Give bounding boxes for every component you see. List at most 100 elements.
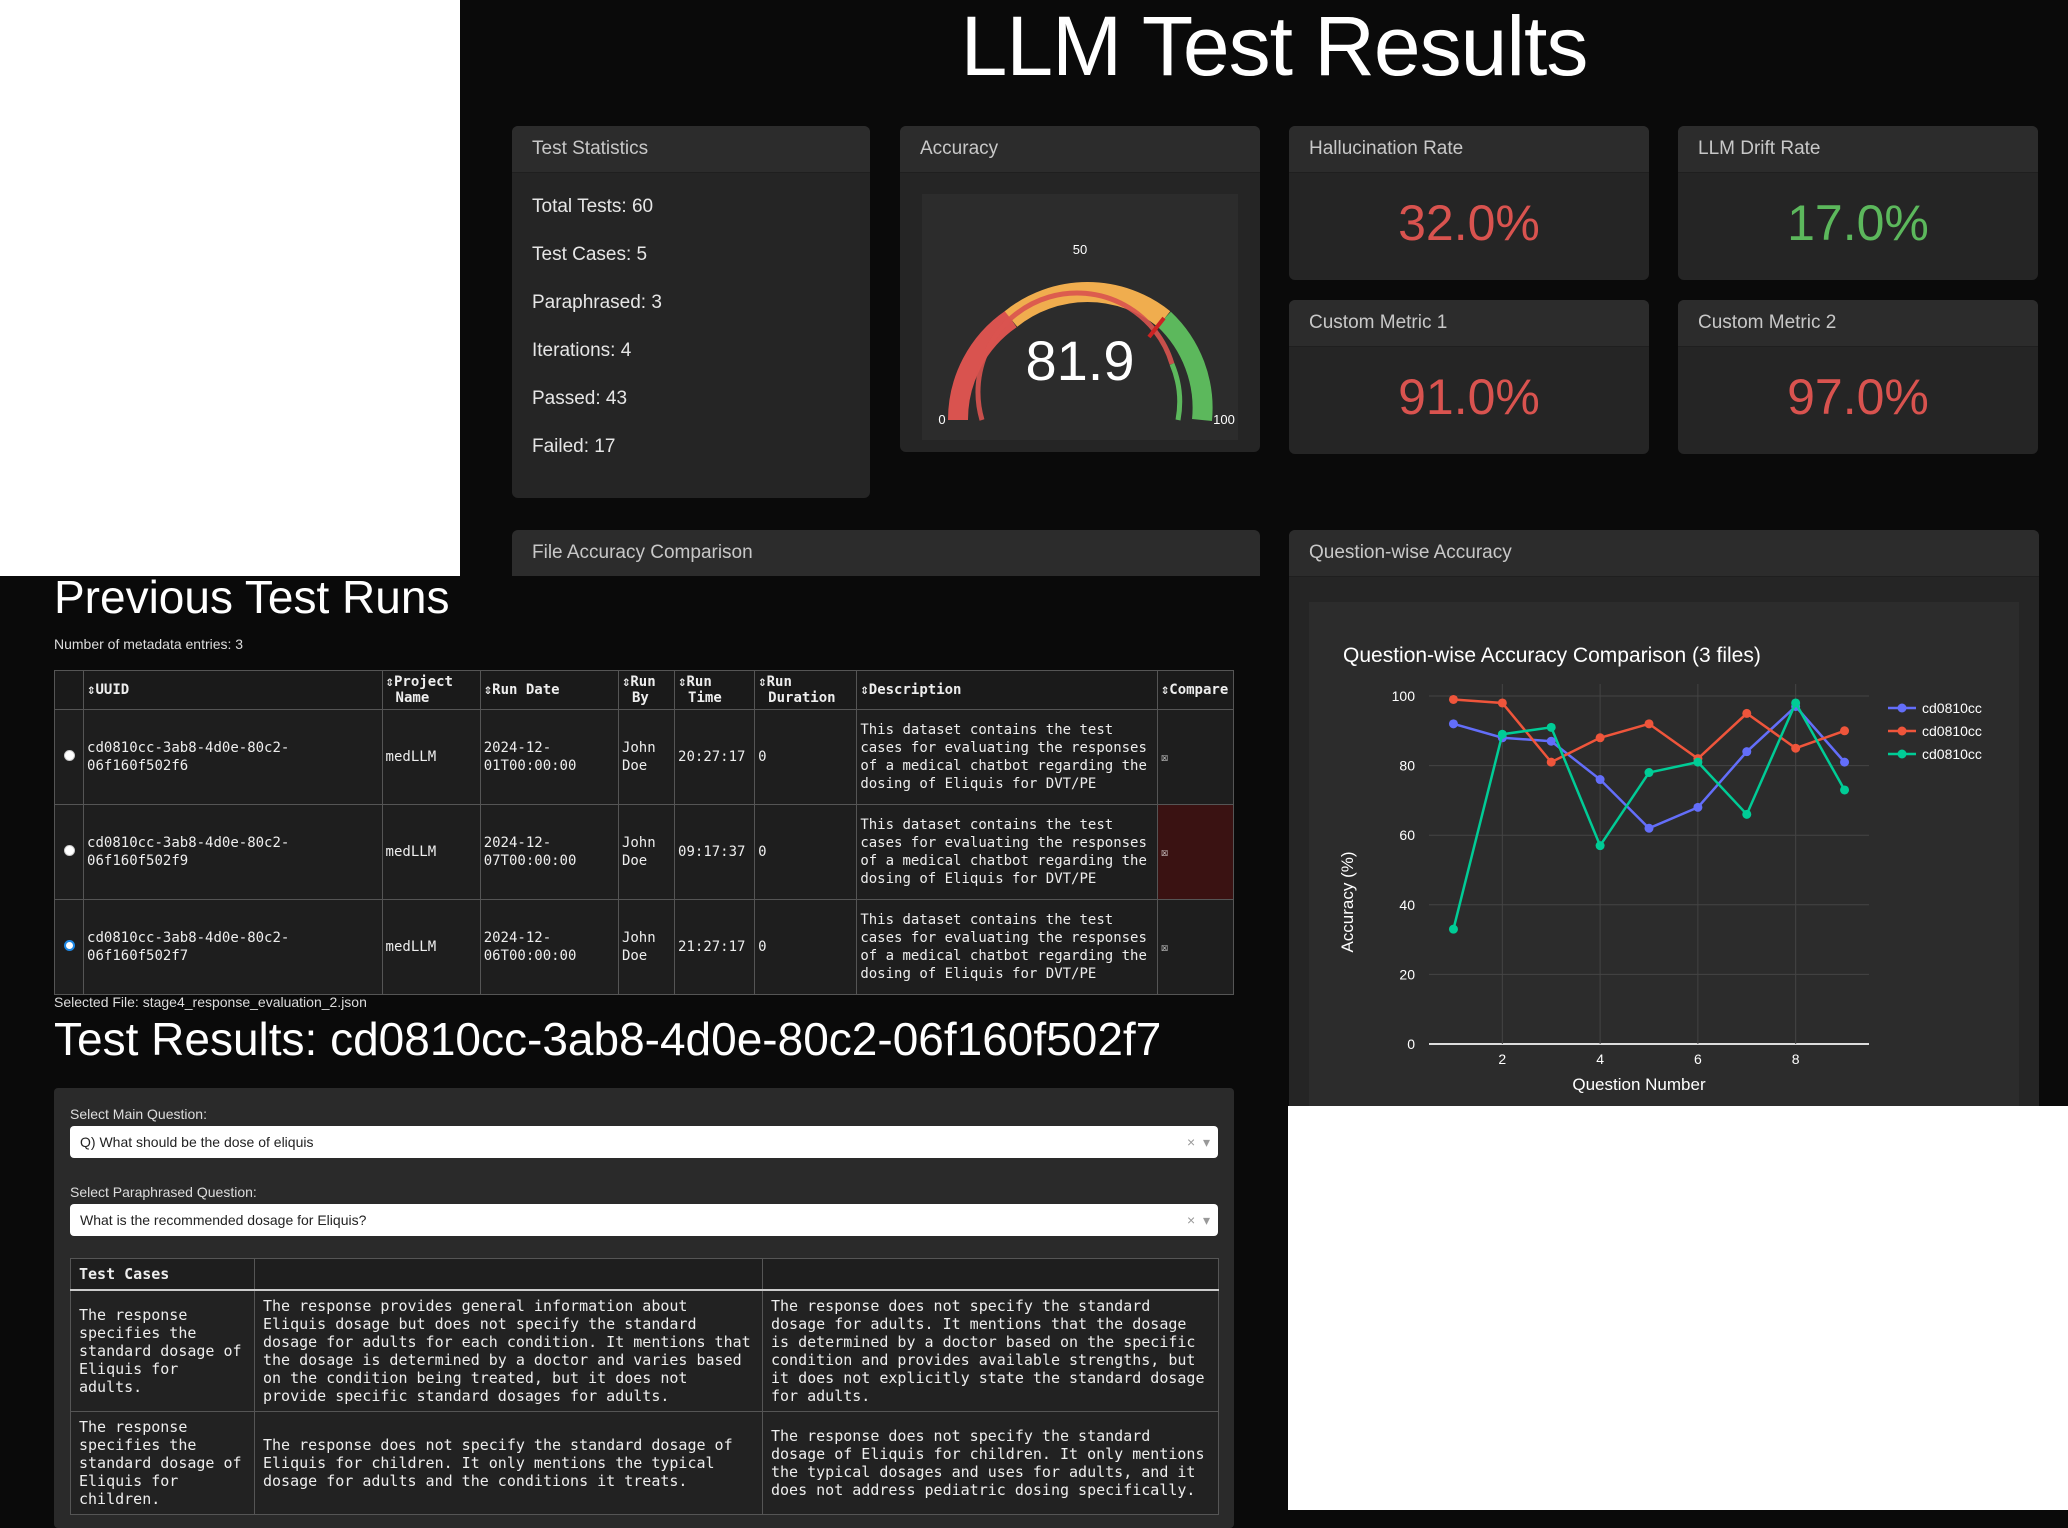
page-title: LLM Test Results bbox=[960, 0, 1589, 93]
card-title: File Accuracy Comparison bbox=[512, 530, 1260, 576]
project-name-column-header[interactable]: ⇕Project Name bbox=[381, 670, 481, 710]
gauge-tick-mid: 50 bbox=[1073, 242, 1087, 257]
run-by-cell: John Doe bbox=[617, 709, 676, 805]
clear-icon[interactable]: × bbox=[1187, 1212, 1195, 1228]
selected-file-label: Selected File: stage4_response_evaluatio… bbox=[54, 994, 367, 1010]
table-row[interactable]: cd0810cc-3ab8-4d0e-80c2- 06f160f502f9 med… bbox=[53, 804, 1235, 900]
uuid-cell: cd0810cc-3ab8-4d0e-80c2- 06f160f502f6 bbox=[83, 709, 383, 805]
x-tick-label: 4 bbox=[1596, 1051, 1604, 1067]
run-duration-cell: 0 bbox=[754, 899, 858, 995]
custom-metric-1-card: Custom Metric 1 91.0% bbox=[1289, 300, 1649, 454]
uuid-cell: cd0810cc-3ab8-4d0e-80c2- 06f160f502f9 bbox=[83, 804, 383, 900]
select-column-header bbox=[53, 670, 85, 710]
gauge-panel: 81.9 50 0 100 bbox=[922, 194, 1238, 440]
clear-icon[interactable]: × bbox=[1187, 1134, 1195, 1150]
table-row[interactable]: cd0810cc-3ab8-4d0e-80c2- 06f160f502f6 med… bbox=[53, 709, 1235, 805]
data-point bbox=[1791, 743, 1801, 753]
custom-metric-1-value: 91.0% bbox=[1398, 369, 1540, 425]
blank-area-bottom-right bbox=[1288, 1106, 2068, 1510]
project-cell: medLLM bbox=[381, 899, 481, 995]
main-question-select[interactable]: Q) What should be the dose of eliquis × … bbox=[70, 1126, 1218, 1158]
row-select-radio[interactable] bbox=[53, 804, 85, 900]
custom-metric-2-card: Custom Metric 2 97.0% bbox=[1678, 300, 2038, 454]
stat-iterations: Iterations: 4 bbox=[532, 340, 632, 361]
chart-y-axis-label: Accuracy (%) bbox=[1338, 851, 1357, 952]
chart-title: Question-wise Accuracy Comparison (3 fil… bbox=[1343, 644, 1761, 667]
chevron-down-icon[interactable]: ▾ bbox=[1203, 1212, 1210, 1228]
run-by-column-header[interactable]: ⇕Run By bbox=[617, 670, 676, 710]
data-point bbox=[1840, 726, 1850, 736]
llm-drift-rate-value: 17.0% bbox=[1787, 195, 1929, 251]
data-point bbox=[1546, 757, 1556, 767]
uuid-column-header[interactable]: ⇕UUID bbox=[83, 670, 383, 710]
test-case-cell: The response specifies the standard dosa… bbox=[70, 1411, 255, 1515]
row-select-radio[interactable] bbox=[53, 709, 85, 805]
description-cell: This dataset contains the test cases for… bbox=[856, 899, 1158, 995]
data-point bbox=[1448, 924, 1458, 934]
compare-column-header[interactable]: ⇕Compare bbox=[1156, 670, 1235, 710]
legend-item-label: cd0810cc bbox=[1922, 723, 1982, 739]
run-time-column-header[interactable]: ⇕Run Time bbox=[674, 670, 756, 710]
evaluation-cell: The response provides general informatio… bbox=[254, 1289, 763, 1412]
compare-checkbox[interactable]: ☒ bbox=[1156, 709, 1235, 805]
uuid-cell: cd0810cc-3ab8-4d0e-80c2- 06f160f502f7 bbox=[83, 899, 383, 995]
run-by-cell: John Doe bbox=[617, 804, 676, 900]
run-date-cell: 2024-12- 01T00:00:00 bbox=[479, 709, 619, 805]
paraphrased-question-select[interactable]: What is the recommended dosage for Eliqu… bbox=[70, 1204, 1218, 1236]
table-row[interactable]: cd0810cc-3ab8-4d0e-80c2- 06f160f502f7 med… bbox=[53, 899, 1235, 995]
card-title: Test Statistics bbox=[512, 126, 870, 173]
data-point bbox=[1742, 809, 1752, 819]
y-tick-label: 20 bbox=[1399, 966, 1415, 982]
description-column-header[interactable]: ⇕Description bbox=[856, 670, 1158, 710]
run-date-cell: 2024-12- 06T00:00:00 bbox=[479, 899, 619, 995]
data-point bbox=[1742, 747, 1752, 757]
run-date-column-header[interactable]: ⇕Run Date bbox=[479, 670, 619, 710]
data-point bbox=[1791, 698, 1801, 708]
data-point bbox=[1840, 757, 1850, 767]
gauge-value: 81.9 bbox=[1026, 329, 1135, 392]
test-statistics-card: Test Statistics Total Tests: 60 Test Cas… bbox=[512, 126, 870, 498]
description-cell: This dataset contains the test cases for… bbox=[856, 804, 1158, 900]
compare-checkbox[interactable]: ☒ bbox=[1156, 899, 1235, 995]
card-title: Hallucination Rate bbox=[1289, 126, 1649, 173]
gauge-tick-min: 0 bbox=[938, 412, 945, 427]
hallucination-rate-value: 32.0% bbox=[1398, 195, 1540, 251]
result-column-header bbox=[254, 1258, 763, 1291]
card-title: Custom Metric 2 bbox=[1678, 300, 2038, 347]
stat-paraphrased: Paraphrased: 3 bbox=[532, 292, 662, 313]
compare-checkbox[interactable]: ☒ bbox=[1156, 804, 1235, 900]
data-point bbox=[1448, 719, 1458, 729]
previous-runs-table: ⇕UUID ⇕Project Name ⇕Run Date ⇕Run By ⇕Run… bbox=[53, 670, 1235, 995]
series-line-3 bbox=[1452, 700, 1846, 930]
result-column-header bbox=[762, 1258, 1219, 1291]
hallucination-rate-card: Hallucination Rate 32.0% bbox=[1289, 126, 1649, 280]
series-line-2 bbox=[1453, 698, 1845, 764]
file-accuracy-card: File Accuracy Comparison bbox=[512, 530, 1260, 576]
y-tick-label: 0 bbox=[1407, 1036, 1415, 1052]
paraphrased-question-label: Select Paraphrased Question: bbox=[70, 1184, 257, 1200]
test-cases-table: Test Cases The response specifies the st… bbox=[70, 1258, 1219, 1515]
run-time-cell: 20:27:17 bbox=[674, 709, 756, 805]
question-accuracy-chart: Question-wise Accuracy Comparison (3 fil… bbox=[1338, 644, 1982, 1094]
card-title: Question-wise Accuracy bbox=[1289, 530, 2039, 577]
data-point bbox=[1546, 722, 1556, 732]
main-question-value: Q) What should be the dose of eliquis bbox=[80, 1134, 314, 1150]
data-point bbox=[1497, 698, 1507, 708]
run-by-cell: John Doe bbox=[617, 899, 676, 995]
stat-test-cases: Test Cases: 5 bbox=[532, 244, 648, 265]
chevron-down-icon[interactable]: ▾ bbox=[1203, 1134, 1210, 1150]
run-duration-column-header[interactable]: ⇕Run Duration bbox=[754, 670, 858, 710]
accuracy-card: Accuracy 81.9 50 0 100 bbox=[900, 126, 1260, 452]
x-tick-label: 2 bbox=[1498, 1051, 1506, 1067]
previous-runs-title: Previous Test Runs bbox=[54, 571, 450, 623]
data-point bbox=[1644, 823, 1654, 833]
x-tick-label: 8 bbox=[1792, 1051, 1800, 1067]
y-tick-label: 40 bbox=[1399, 897, 1415, 913]
y-tick-label: 100 bbox=[1392, 688, 1416, 704]
data-point bbox=[1693, 802, 1703, 812]
metadata-count: Number of metadata entries: 3 bbox=[54, 636, 244, 652]
data-point bbox=[1742, 708, 1752, 718]
blank-area-top-left bbox=[0, 0, 460, 576]
legend-marker bbox=[1897, 703, 1907, 713]
row-select-radio[interactable] bbox=[53, 899, 85, 995]
